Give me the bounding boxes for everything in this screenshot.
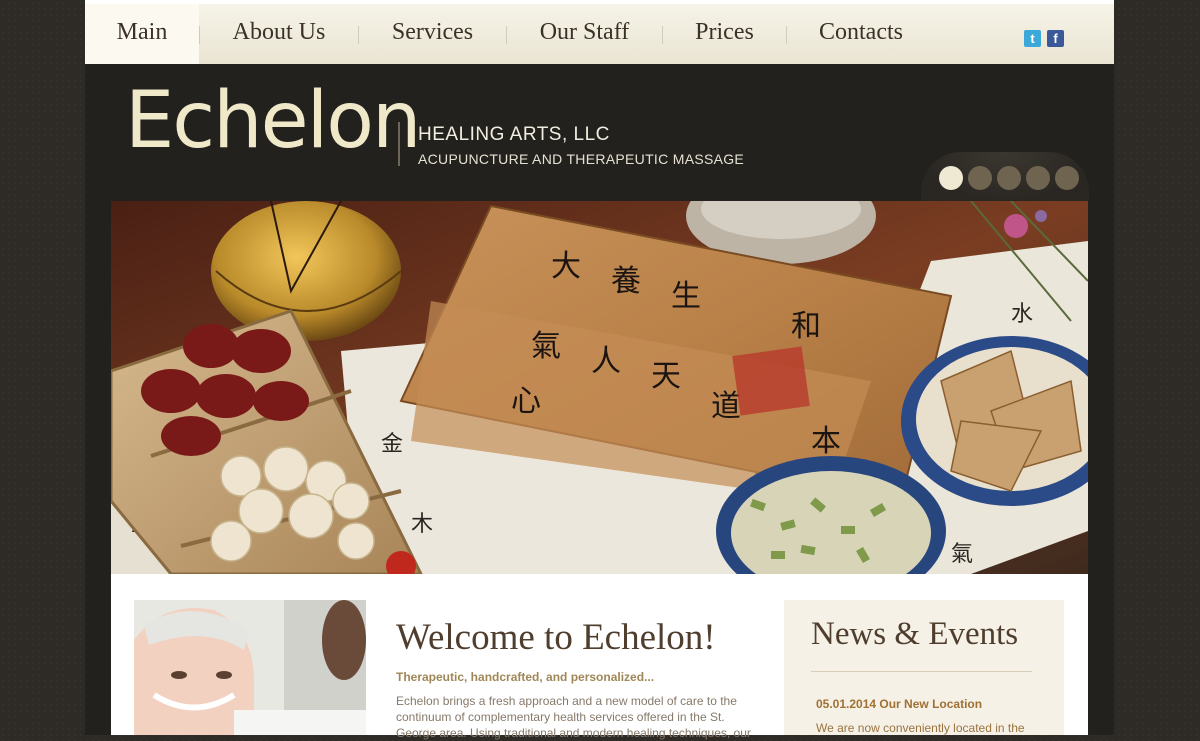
nav-item-services[interactable]: Services (359, 4, 506, 64)
page-container: Main About Us Services Our Staff Prices … (85, 0, 1114, 740)
news-events-panel: News & Events 05.01.2014 Our New Locatio… (784, 600, 1064, 735)
tagline-company: HEALING ARTS, LLC (418, 124, 610, 145)
slider-dot-5[interactable] (1055, 166, 1079, 190)
svg-text:心: 心 (511, 384, 541, 419)
svg-text:養: 養 (611, 264, 641, 299)
svg-text:生: 生 (671, 279, 701, 314)
svg-text:人: 人 (591, 344, 621, 379)
content-area: Welcome to Echelon! Therapeutic, handcra… (111, 574, 1088, 740)
svg-text:金: 金 (381, 432, 403, 457)
svg-text:天: 天 (651, 359, 681, 394)
svg-text:本: 本 (811, 424, 841, 459)
main-nav: Main About Us Services Our Staff Prices … (85, 0, 1114, 64)
svg-text:道: 道 (711, 389, 741, 424)
slider-dot-2[interactable] (968, 166, 992, 190)
welcome-body-text: Echelon brings a fresh approach and a ne… (396, 694, 751, 740)
news-divider (811, 671, 1032, 672)
hero-slide-image: 金木水 火土氣 大養生 氣人天 心道和 本 (111, 201, 1088, 574)
site-logo[interactable]: Echelon (125, 82, 421, 160)
svg-text:水: 水 (1011, 302, 1033, 327)
smiling-man-photo (134, 600, 366, 735)
nav-item-our-staff[interactable]: Our Staff (507, 4, 662, 64)
news-item-text: We are now conveniently located in the (816, 721, 1025, 735)
welcome-subtitle: Therapeutic, handcrafted, and personaliz… (396, 670, 655, 684)
welcome-title: Welcome to Echelon! (396, 617, 716, 658)
svg-text:木: 木 (411, 512, 433, 537)
svg-text:和: 和 (791, 309, 821, 344)
slider-dot-3[interactable] (997, 166, 1021, 190)
svg-text:大: 大 (551, 249, 581, 284)
tagline-services: ACUPUNCTURE AND THERAPEUTIC MASSAGE (418, 151, 745, 167)
svg-text:氣: 氣 (531, 329, 561, 364)
slider-dot-4[interactable] (1026, 166, 1050, 190)
logo-divider (398, 122, 400, 166)
nav-item-main[interactable]: Main (85, 4, 199, 64)
svg-text:氣: 氣 (951, 542, 973, 567)
facebook-icon[interactable]: f (1047, 30, 1064, 47)
news-events-title: News & Events (811, 616, 1019, 652)
nav-item-about-us[interactable]: About Us (200, 4, 358, 64)
nav-item-contacts[interactable]: Contacts (787, 4, 935, 64)
nav-item-prices[interactable]: Prices (663, 4, 786, 64)
twitter-icon[interactable]: t (1024, 30, 1041, 47)
slider-dot-1[interactable] (939, 166, 963, 190)
therapist-photo (134, 600, 366, 735)
herbal-medicine-illustration: 金木水 火土氣 大養生 氣人天 心道和 本 (111, 201, 1088, 574)
news-item-title-link[interactable]: 05.01.2014 Our New Location (816, 697, 982, 711)
